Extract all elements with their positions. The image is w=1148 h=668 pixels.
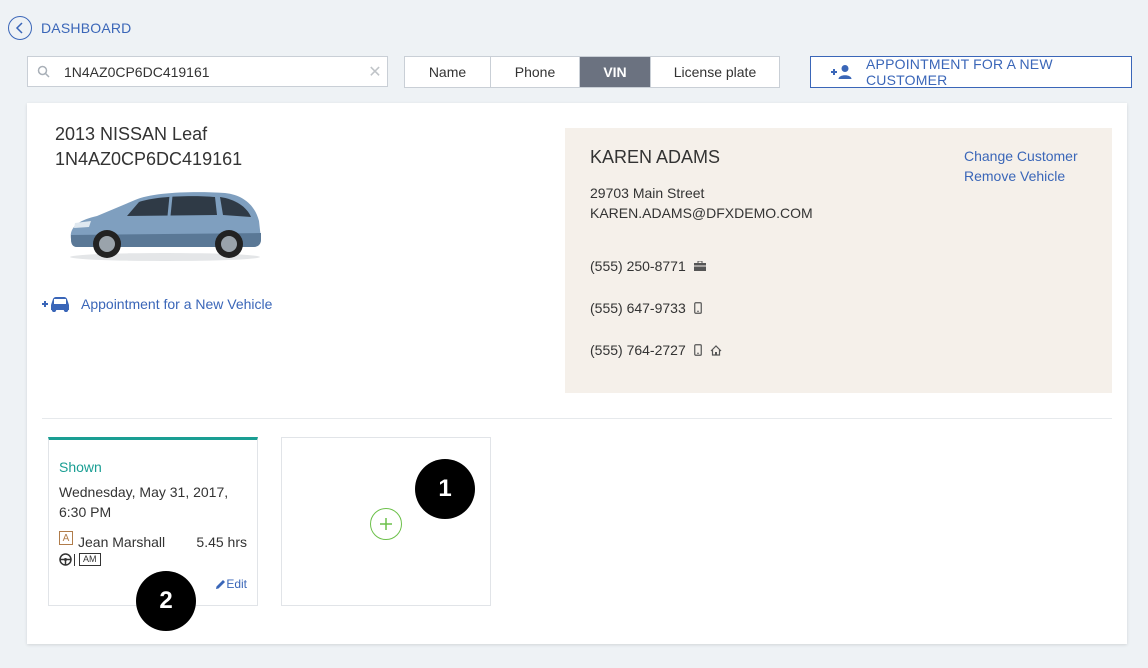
- clear-icon[interactable]: ✕: [363, 62, 387, 82]
- add-car-icon: [42, 297, 69, 312]
- vehicle-title: 2013 NISSAN Leaf: [55, 124, 208, 144]
- chevron-left-icon: [15, 22, 23, 34]
- remove-vehicle-link[interactable]: Remove Vehicle: [964, 168, 1065, 184]
- mobile-phone: (555) 647-9733: [590, 300, 702, 316]
- technician-name: Jean Marshall: [78, 534, 166, 550]
- new-vehicle-label: Appointment for a New Vehicle: [81, 296, 273, 312]
- mobile-phone-number: (555) 647-9733: [590, 300, 686, 316]
- appointment-time: 6:30 PM: [59, 504, 112, 520]
- new-customer-label: APPOINTMENT FOR A NEW CUSTOMER: [866, 56, 1053, 88]
- vehicle-customer-card: 2013 NISSAN Leaf 1N4AZ0CP6DC419161 Appoi…: [27, 103, 1127, 644]
- add-icon[interactable]: [370, 508, 402, 540]
- annotation-marker-2: 2: [136, 571, 196, 631]
- change-customer-link[interactable]: Change Customer: [964, 148, 1078, 164]
- work-phone-number: (555) 250-8771: [590, 258, 686, 274]
- time-badge: AM: [79, 553, 101, 566]
- dashboard-link[interactable]: DASHBOARD: [41, 20, 131, 36]
- search-by-selector: Name Phone VIN License plate: [404, 56, 780, 88]
- back-button[interactable]: [8, 16, 32, 40]
- technician-badge: A: [59, 531, 73, 545]
- home-icon: [710, 344, 722, 356]
- appointment-hours: 5.45 hrs: [196, 534, 247, 550]
- search-input[interactable]: [64, 63, 363, 80]
- steering-wheel-icon: [59, 553, 72, 566]
- search-by-name[interactable]: Name: [405, 57, 491, 87]
- search-by-license-plate[interactable]: License plate: [651, 57, 779, 87]
- add-user-icon: [830, 64, 852, 80]
- new-vehicle-appointment-link[interactable]: Appointment for a New Vehicle: [41, 296, 272, 312]
- customer-address: 29703 Main Street: [590, 185, 705, 201]
- separator: [74, 553, 75, 566]
- search-by-vin[interactable]: VIN: [580, 57, 651, 87]
- section-divider: [42, 418, 1112, 419]
- edit-appointment-link[interactable]: Edit: [215, 577, 247, 591]
- customer-email: KAREN.ADAMS@DFXDEMO.COM: [590, 205, 813, 221]
- new-customer-appointment-button[interactable]: APPOINTMENT FOR A NEW CUSTOMER: [810, 56, 1132, 88]
- service-indicators: AM: [59, 553, 101, 566]
- search-icon: [37, 65, 50, 78]
- edit-label: Edit: [226, 577, 247, 591]
- search-by-phone[interactable]: Phone: [491, 57, 580, 87]
- appointment-date: Wednesday, May 31, 2017,: [59, 484, 229, 500]
- search-field[interactable]: ✕: [27, 56, 388, 87]
- briefcase-icon: [693, 261, 706, 271]
- car-image: [70, 192, 261, 261]
- appointment-status: Shown: [59, 459, 102, 475]
- work-phone: (555) 250-8771: [590, 258, 706, 274]
- home-phone-number: (555) 764-2727: [590, 342, 686, 358]
- home-phone: (555) 764-2727: [590, 342, 722, 358]
- customer-panel: KAREN ADAMS 29703 Main Street KAREN.ADAM…: [565, 128, 1112, 393]
- vehicle-vin: 1N4AZ0CP6DC419161: [55, 149, 243, 169]
- annotation-marker-1: 1: [415, 459, 475, 519]
- customer-name: KAREN ADAMS: [590, 147, 721, 167]
- mobile-phone-icon: [693, 302, 702, 314]
- pencil-icon: [216, 579, 226, 589]
- mobile-phone-icon: [693, 344, 702, 356]
